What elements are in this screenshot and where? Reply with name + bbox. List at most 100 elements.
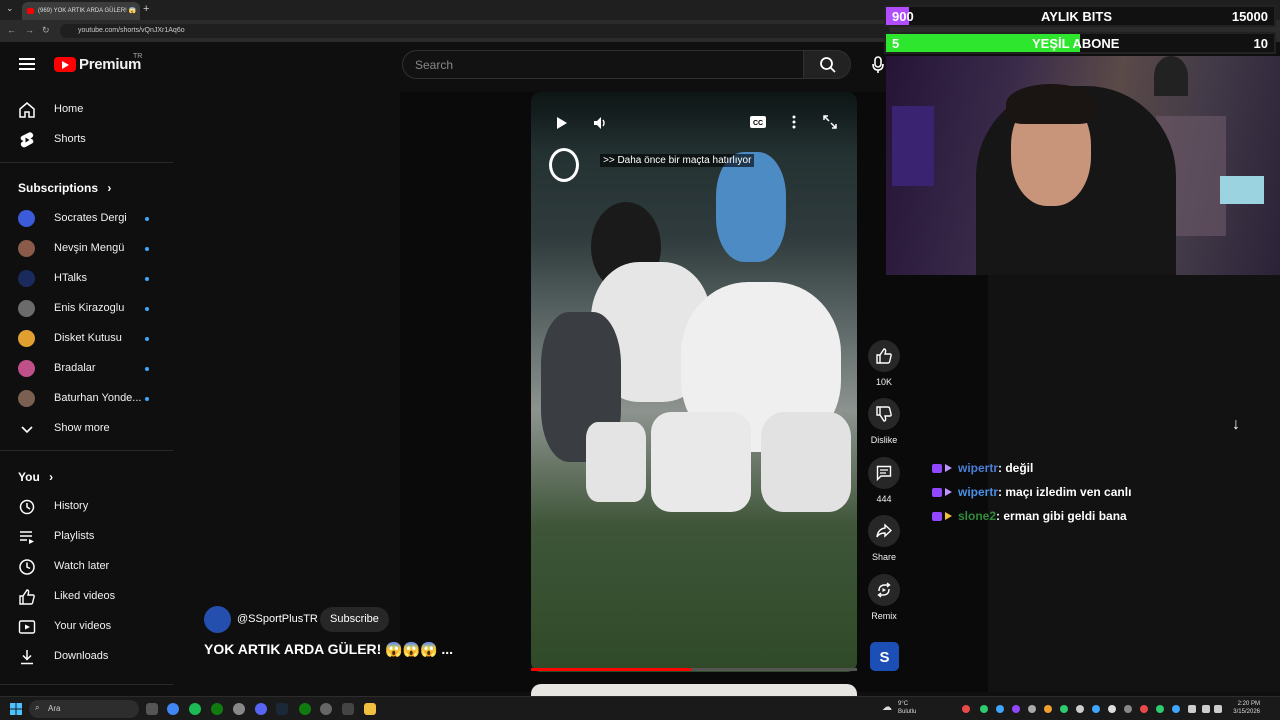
- you-heading[interactable]: You ›: [18, 470, 53, 484]
- sidebar-item-subscription[interactable]: Nevşin Mengü: [0, 233, 175, 263]
- sidebar-item-subscription[interactable]: Enis Kirazoglu: [0, 293, 175, 323]
- sidebar-item-label: Shorts: [54, 133, 86, 145]
- subscribe-button[interactable]: Subscribe: [320, 607, 389, 632]
- tray-icon[interactable]: [1028, 705, 1036, 713]
- channel-name[interactable]: @SSportPlusTR: [237, 613, 318, 625]
- next-short-preview[interactable]: [531, 684, 857, 696]
- tray-icon[interactable]: [962, 705, 970, 713]
- task-view-icon[interactable]: [146, 703, 158, 715]
- xbox-icon[interactable]: [211, 703, 223, 715]
- tray-icon[interactable]: [996, 705, 1004, 713]
- sport-plus-logo-icon: S: [879, 649, 889, 666]
- sidebar-item-subscription[interactable]: Socrates Dergi: [0, 203, 175, 233]
- sidebar-divider: [0, 684, 173, 685]
- sidebar-item-watch-later[interactable]: Watch later: [0, 551, 175, 581]
- chat-username: wipertr: [958, 485, 999, 499]
- channel-avatar: [18, 300, 35, 317]
- taskbar-search[interactable]: ⌕ Ara: [29, 700, 139, 718]
- sidebar-item-playlists[interactable]: Playlists: [0, 521, 175, 551]
- forward-icon[interactable]: →: [25, 25, 34, 35]
- url-field[interactable]: youtube.com/shorts/vQnJXr1Aq6o: [60, 24, 890, 38]
- tray-icon[interactable]: [1092, 705, 1100, 713]
- remix-icon: [877, 582, 891, 598]
- windows-start-icon[interactable]: [10, 703, 22, 715]
- browser-tab[interactable]: (969) YOK ARTIK ARDA GÜLER! 😱 ×: [22, 2, 140, 20]
- subscriptions-heading[interactable]: Subscriptions ›: [18, 181, 111, 195]
- sidebar-item-subscription[interactable]: Baturhan Yonde...: [0, 383, 175, 413]
- play-icon[interactable]: [555, 116, 569, 130]
- search-button[interactable]: [803, 50, 851, 79]
- volume-icon[interactable]: [593, 116, 609, 130]
- taskbar-search-label: Ara: [48, 704, 61, 713]
- battery-icon[interactable]: [1214, 705, 1222, 713]
- tray-icon[interactable]: [980, 705, 988, 713]
- settings-icon[interactable]: [320, 703, 332, 715]
- sidebar-item-shorts[interactable]: Shorts: [0, 124, 175, 154]
- volume-icon[interactable]: [1202, 705, 1210, 713]
- fullscreen-icon[interactable]: [822, 114, 838, 130]
- sidebar-item-home[interactable]: Home: [0, 94, 175, 124]
- new-tab-icon[interactable]: +: [143, 3, 149, 15]
- xbox-app-icon[interactable]: [299, 703, 311, 715]
- webcam-poster: [892, 106, 934, 186]
- menu-icon[interactable]: [19, 58, 35, 70]
- tray-icon[interactable]: [1012, 705, 1020, 713]
- back-icon[interactable]: ←: [7, 25, 16, 35]
- dislike-button[interactable]: Dislike: [868, 398, 900, 445]
- arrow-down-icon[interactable]: ↓: [1232, 416, 1240, 434]
- liked-videos-icon: [19, 589, 35, 605]
- microphone-icon[interactable]: [871, 56, 885, 74]
- tab-list-icon[interactable]: ⌄: [6, 3, 14, 14]
- network-icon[interactable]: [1188, 705, 1196, 713]
- search-input[interactable]: Search: [402, 50, 804, 79]
- weather-widget[interactable]: 9°C Bulutlu: [898, 700, 916, 716]
- terminal-icon[interactable]: [342, 703, 354, 715]
- tray-icon[interactable]: [1140, 705, 1148, 713]
- sidebar-item-subscription[interactable]: Disket Kutusu: [0, 323, 175, 353]
- captions-icon[interactable]: CC: [749, 115, 767, 129]
- tray-icon[interactable]: [1108, 705, 1116, 713]
- short-video-player[interactable]: CC: [531, 92, 857, 672]
- svg-text:CC: CC: [753, 120, 763, 127]
- system-clock[interactable]: 2:20 PM 3/15/2026: [1228, 700, 1260, 716]
- tray-icon[interactable]: [1124, 705, 1132, 713]
- app-icon[interactable]: [233, 703, 245, 715]
- sidebar-item-downloads[interactable]: Downloads: [0, 641, 175, 671]
- sidebar-item-label: Home: [54, 103, 84, 115]
- sidebar-item-history[interactable]: History: [0, 491, 175, 521]
- discord-icon[interactable]: [255, 703, 267, 715]
- tray-icon[interactable]: [1076, 705, 1084, 713]
- reload-icon[interactable]: ↻: [42, 25, 50, 36]
- channel-avatar[interactable]: [204, 606, 231, 633]
- sidebar-item-label: Your videos: [54, 620, 112, 632]
- show-more-label: Show more: [54, 422, 110, 434]
- sidebar-item-subscription[interactable]: Bradalar: [0, 353, 175, 383]
- channel-avatar: [18, 240, 35, 257]
- tray-icon[interactable]: [1060, 705, 1068, 713]
- sidebar-item-subscription[interactable]: HTalks: [0, 263, 175, 293]
- show-more-button[interactable]: Show more: [0, 413, 175, 443]
- spotify-icon[interactable]: [189, 703, 201, 715]
- remix-button[interactable]: Remix: [868, 574, 900, 621]
- webcam-lamp: [1154, 56, 1188, 96]
- sidebar-item-your-videos[interactable]: Your videos: [0, 611, 175, 641]
- close-tab-icon[interactable]: ×: [131, 6, 136, 15]
- chat-username: wipertr: [958, 461, 999, 475]
- prime-badge-icon: [945, 464, 952, 472]
- file-explorer-icon[interactable]: [364, 703, 376, 715]
- twitch-badge-icon: [932, 464, 942, 473]
- you-heading-label: You: [18, 470, 40, 484]
- comments-button[interactable]: 444: [868, 457, 900, 504]
- share-button[interactable]: Share: [868, 515, 900, 562]
- bluetooth-icon[interactable]: [1172, 705, 1180, 713]
- sidebar-item-liked-videos[interactable]: Liked videos: [0, 581, 175, 611]
- more-options-icon[interactable]: [791, 114, 797, 130]
- tray-icon[interactable]: [1044, 705, 1052, 713]
- video-progress-bar[interactable]: [531, 668, 857, 671]
- channel-thumbnail-button[interactable]: S: [870, 642, 899, 671]
- steam-icon[interactable]: [276, 703, 288, 715]
- chrome-icon[interactable]: [167, 703, 179, 715]
- tray-icon[interactable]: [1156, 705, 1164, 713]
- sidebar-item-label: Downloads: [54, 650, 109, 662]
- like-button[interactable]: 10K: [868, 340, 900, 387]
